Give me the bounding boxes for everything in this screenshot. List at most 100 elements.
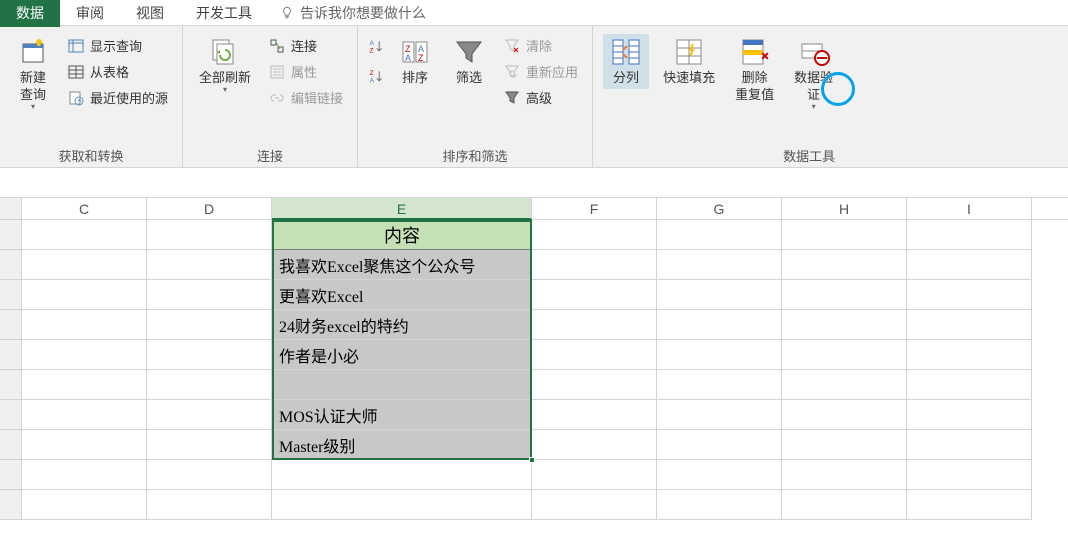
tab-developer[interactable]: 开发工具 [180, 0, 268, 27]
show-query-button[interactable]: 显示查询 [64, 34, 172, 57]
cell[interactable] [782, 220, 907, 250]
cell[interactable] [782, 250, 907, 280]
cell[interactable] [22, 280, 147, 310]
remove-duplicates-button[interactable]: 删除 重复值 [729, 34, 780, 106]
row-header[interactable] [0, 370, 22, 400]
cell[interactable] [532, 280, 657, 310]
cell[interactable] [22, 490, 147, 520]
row-header[interactable] [0, 490, 22, 520]
cell[interactable] [147, 400, 272, 430]
cell[interactable] [657, 400, 782, 430]
cell[interactable] [532, 340, 657, 370]
formula-bar[interactable] [0, 168, 1068, 198]
cell[interactable] [147, 460, 272, 490]
text-to-columns-button[interactable]: 分列 [603, 34, 649, 89]
row-header[interactable] [0, 400, 22, 430]
sort-asc-button[interactable]: AZ [368, 38, 384, 54]
cell[interactable] [532, 310, 657, 340]
connections-button[interactable]: 连接 [265, 34, 347, 57]
cell[interactable] [147, 250, 272, 280]
tab-data[interactable]: 数据 [0, 0, 60, 27]
row-header[interactable] [0, 340, 22, 370]
new-query-button[interactable]: 新建 查询 ▾ [10, 34, 56, 113]
sort-desc-button[interactable]: ZA [368, 68, 384, 84]
cell[interactable] [22, 370, 147, 400]
clear-filter-button[interactable]: 清除 [500, 34, 582, 57]
cell[interactable] [532, 490, 657, 520]
cell[interactable]: Master级别 [272, 430, 532, 460]
cell[interactable] [907, 340, 1032, 370]
col-header-e[interactable]: E [272, 198, 532, 220]
tab-view[interactable]: 视图 [120, 0, 180, 27]
cell[interactable] [657, 490, 782, 520]
advanced-filter-button[interactable]: 高级 [500, 86, 582, 109]
cell[interactable] [657, 310, 782, 340]
cell[interactable] [147, 370, 272, 400]
edit-links-button[interactable]: 编辑链接 [265, 86, 347, 109]
cell[interactable] [782, 370, 907, 400]
cell[interactable] [22, 250, 147, 280]
cell[interactable] [907, 370, 1032, 400]
cell[interactable] [907, 250, 1032, 280]
cell[interactable]: 24财务excel的特约 [272, 310, 532, 340]
cell[interactable]: MOS认证大师 [272, 400, 532, 430]
flash-fill-button[interactable]: 快速填充 [657, 34, 721, 89]
sort-button[interactable]: ZAAZ 排序 [392, 34, 438, 89]
cell[interactable] [272, 490, 532, 520]
col-header-c[interactable]: C [22, 198, 147, 219]
properties-button[interactable]: 属性 [265, 60, 347, 83]
cell[interactable]: 我喜欢Excel聚焦这个公众号 [272, 250, 532, 280]
cell[interactable] [782, 310, 907, 340]
spreadsheet-grid[interactable]: C D E F G H I 内容 我喜欢Excel聚焦这个公众号 更喜欢Exce… [0, 198, 1068, 520]
selection-handle[interactable] [529, 457, 535, 463]
col-header-g[interactable]: G [657, 198, 782, 219]
cell[interactable] [532, 460, 657, 490]
cell-header[interactable]: 内容 [272, 220, 532, 250]
cell[interactable]: 更喜欢Excel [272, 280, 532, 310]
row-header[interactable] [0, 220, 22, 250]
cell[interactable] [147, 430, 272, 460]
cell[interactable] [532, 250, 657, 280]
cell[interactable] [782, 280, 907, 310]
cell[interactable] [147, 490, 272, 520]
cell[interactable] [532, 430, 657, 460]
cell[interactable] [22, 310, 147, 340]
cell[interactable] [907, 280, 1032, 310]
cell[interactable] [782, 490, 907, 520]
cell[interactable] [657, 250, 782, 280]
cell[interactable] [147, 340, 272, 370]
cell[interactable] [22, 430, 147, 460]
col-header-i[interactable]: I [907, 198, 1032, 219]
cell[interactable] [657, 430, 782, 460]
cell[interactable] [532, 400, 657, 430]
cell[interactable] [907, 400, 1032, 430]
cell[interactable] [147, 280, 272, 310]
cell[interactable] [657, 220, 782, 250]
cell[interactable] [907, 220, 1032, 250]
cell[interactable] [147, 310, 272, 340]
tell-me-search[interactable]: 告诉我你想要做什么 [268, 3, 438, 23]
cell[interactable] [782, 340, 907, 370]
cell[interactable] [147, 220, 272, 250]
cell[interactable] [782, 460, 907, 490]
refresh-all-button[interactable]: 全部刷新 ▾ [193, 34, 257, 96]
col-header-h[interactable]: H [782, 198, 907, 219]
select-all-corner[interactable] [0, 198, 22, 219]
cell[interactable] [532, 370, 657, 400]
cell[interactable] [22, 460, 147, 490]
cell[interactable] [657, 460, 782, 490]
row-header[interactable] [0, 430, 22, 460]
cell[interactable] [22, 220, 147, 250]
cell[interactable] [532, 220, 657, 250]
row-header[interactable] [0, 280, 22, 310]
cell[interactable] [657, 280, 782, 310]
reapply-button[interactable]: 重新应用 [500, 60, 582, 83]
cell[interactable] [657, 370, 782, 400]
recent-sources-button[interactable]: 最近使用的源 [64, 86, 172, 109]
cell[interactable]: 作者是小必 [272, 340, 532, 370]
row-header[interactable] [0, 460, 22, 490]
cell[interactable] [907, 430, 1032, 460]
data-validation-button[interactable]: 数据验 证 ▾ [788, 34, 839, 113]
from-table-button[interactable]: 从表格 [64, 60, 172, 83]
cell[interactable] [907, 490, 1032, 520]
